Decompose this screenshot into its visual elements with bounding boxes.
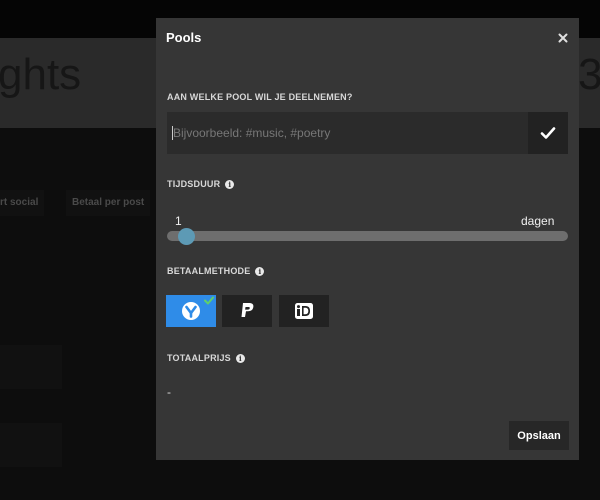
- pool-input-group: [167, 112, 568, 154]
- total-price-value: -: [167, 385, 171, 399]
- pool-section-label: AAN WELKE POOL WIL JE DEELNEMEN?: [167, 92, 353, 102]
- pool-search-input[interactable]: [167, 112, 528, 154]
- background-hero-right: 3: [578, 50, 600, 99]
- total-section-label: TOTAALPRIJS i: [167, 353, 245, 363]
- background-block: [0, 345, 62, 389]
- text-caret: [172, 126, 173, 140]
- payment-label-text: BETAALMETHODE: [167, 266, 251, 276]
- background-hero-title: ghts: [0, 50, 82, 99]
- duration-value: 1: [175, 214, 182, 228]
- duration-section-label: TIJDSDUUR i: [167, 179, 235, 189]
- background-tab-betaal-per-post: Betaal per post: [66, 190, 151, 216]
- payment-section-label: BETAALMETHODE i: [167, 266, 265, 276]
- duration-label-text: TIJDSDUUR: [167, 179, 221, 189]
- duration-slider-track[interactable]: [167, 231, 568, 241]
- close-button[interactable]: [555, 30, 571, 46]
- total-label-text: TOTAALPRIJS: [167, 353, 231, 363]
- modal-title: Pools: [166, 30, 202, 45]
- background-block: [0, 423, 62, 467]
- pool-label-text: AAN WELKE POOL WIL JE DEELNEMEN?: [167, 92, 353, 102]
- confirm-pool-button[interactable]: [528, 112, 568, 154]
- info-icon[interactable]: i: [225, 179, 235, 189]
- payment-method-yoyo[interactable]: [166, 295, 216, 327]
- save-button[interactable]: Opslaan: [509, 421, 569, 450]
- duration-slider-handle[interactable]: [178, 228, 195, 245]
- payment-method-paypal[interactable]: [222, 295, 272, 327]
- ideal-icon: [295, 303, 313, 319]
- pools-modal: Pools AAN WELKE POOL WIL JE DEELNEMEN? T…: [156, 18, 579, 460]
- info-icon[interactable]: i: [235, 353, 245, 363]
- paypal-icon: [241, 303, 254, 317]
- checkmark-icon: [540, 127, 556, 139]
- background-tab-social: rt social: [0, 190, 45, 216]
- close-icon: [558, 33, 568, 43]
- selected-check-icon: [204, 296, 214, 305]
- info-icon[interactable]: i: [255, 266, 265, 276]
- payment-method-ideal[interactable]: [279, 295, 329, 327]
- yoyo-wallet-icon: [182, 302, 200, 320]
- duration-unit: dagen: [521, 214, 555, 228]
